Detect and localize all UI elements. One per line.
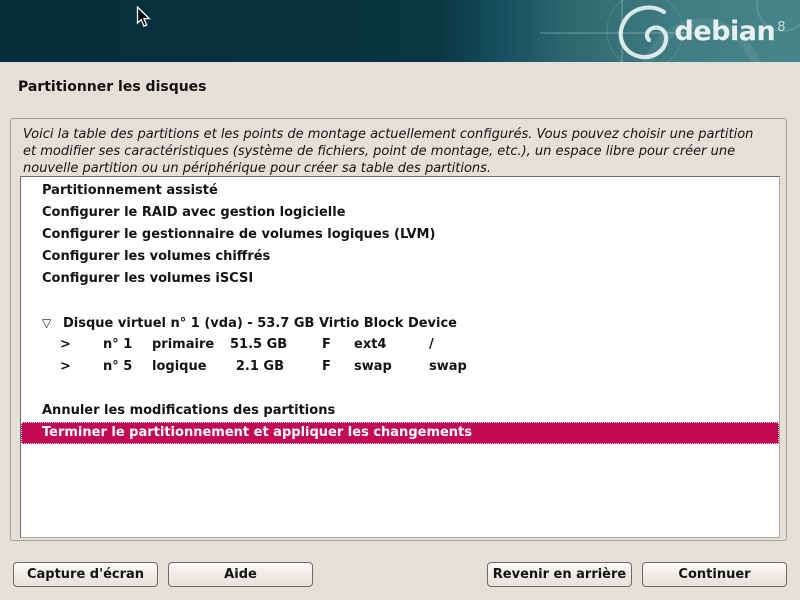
partition-format-flag: F <box>322 356 354 378</box>
partition-marker-icon: > <box>60 334 103 356</box>
menu-item-guided-partitioning[interactable]: Partitionnement assisté <box>21 180 779 202</box>
spacer-row <box>21 290 779 312</box>
partition-marker-icon: > <box>60 356 103 378</box>
help-button[interactable]: Aide <box>168 562 313 587</box>
mouse-cursor-icon <box>136 6 153 29</box>
page-title: Partitionner les disques <box>18 79 207 95</box>
menu-item-finish-partitioning[interactable]: Terminer le partitionnement et appliquer… <box>21 422 779 444</box>
go-back-button[interactable]: Revenir en arrière <box>487 562 632 587</box>
menu-item-undo-changes[interactable]: Annuler les modifications des partitions <box>21 400 779 422</box>
partition-number: n° 1 <box>103 334 152 356</box>
partition-row-5[interactable]: >n° 5logique2.1 GB Fswapswap <box>21 356 779 378</box>
menu-item-configure-raid[interactable]: Configurer le RAID avec gestion logiciel… <box>21 202 779 224</box>
partition-table-description: Voici la table des partitions et les poi… <box>23 126 765 177</box>
partition-format-flag: F <box>322 334 354 356</box>
screenshot-button[interactable]: Capture d'écran <box>13 562 158 587</box>
partition-menu-list: Partitionnement assisté Configurer le RA… <box>21 180 779 444</box>
menu-item-configure-iscsi[interactable]: Configurer les volumes iSCSI <box>21 268 779 290</box>
installer-banner: debian8 <box>0 0 800 62</box>
continue-button[interactable]: Continuer <box>642 562 787 587</box>
disk-label: Disque virtuel n° 1 (vda) - 53.7 GB Virt… <box>63 316 457 331</box>
partition-filesystem: swap <box>354 356 429 378</box>
partition-mountpoint: / <box>429 334 434 356</box>
partition-size: 51.5 GB <box>230 334 284 356</box>
debian-swirl-logo <box>621 8 666 58</box>
partition-menu-listbox[interactable]: Partitionnement assisté Configurer le RA… <box>20 176 780 538</box>
brand-version: 8 <box>777 20 785 35</box>
menu-item-configure-lvm[interactable]: Configurer le gestionnaire de volumes lo… <box>21 224 779 246</box>
partition-mountpoint: swap <box>429 356 467 378</box>
spacer-row <box>21 378 779 400</box>
partition-filesystem: ext4 <box>354 334 429 356</box>
disk-header-row[interactable]: ▽Disque virtuel n° 1 (vda) - 53.7 GB Vir… <box>21 312 779 334</box>
partition-size: 2.1 GB <box>230 356 284 378</box>
partition-type: logique <box>152 356 230 378</box>
partition-number: n° 5 <box>103 356 152 378</box>
menu-item-configure-encrypted[interactable]: Configurer les volumes chiffrés <box>21 246 779 268</box>
debian-wordmark: debian8 <box>675 18 785 50</box>
partition-row-1[interactable]: >n° 1primaire51.5 GB Fext4/ <box>21 334 779 356</box>
expander-triangle-icon[interactable]: ▽ <box>42 312 63 334</box>
brand-name: debian <box>675 16 776 47</box>
partition-type: primaire <box>152 334 230 356</box>
